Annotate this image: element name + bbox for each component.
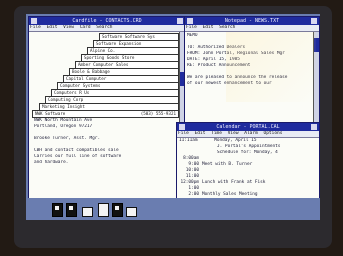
system-menu-icon[interactable]: [187, 18, 193, 24]
card-body: NWK North Mountain Ave Portland, Oregon …: [32, 118, 173, 166]
cardfile-menu-bar: File Edit View Card Search: [29, 25, 185, 32]
clock-icon[interactable]: [66, 203, 77, 217]
paint-icon[interactable]: [126, 207, 137, 217]
monitor-photo: Cardfile - CONTACTS.CRD File Edit View C…: [0, 0, 343, 256]
ms-dos-executive-icon[interactable]: [52, 203, 63, 217]
card-front-name: NWK Software: [35, 111, 66, 116]
notepad-title-bar[interactable]: Notepad - NEWS.TXT: [185, 17, 319, 25]
calendar-title: Calendar - PORTAL.CAL: [216, 124, 280, 130]
notepad-menu-bar: File Edit Search: [185, 25, 319, 32]
menu-search[interactable]: Search: [96, 25, 112, 30]
maximize-icon[interactable]: [311, 18, 317, 24]
maximize-icon[interactable]: [311, 124, 317, 130]
appointment-list: 8:00am 9:00 Meet with B. Turner 10:00 11:…: [177, 156, 319, 198]
menu-edit[interactable]: Edit: [203, 25, 214, 30]
notepad-line: of our newest enhancement to our: [187, 81, 272, 86]
menu-edit[interactable]: Edit: [47, 25, 58, 30]
menu-file[interactable]: File: [30, 25, 41, 30]
icon-area: [26, 198, 320, 220]
desktop: Cardfile - CONTACTS.CRD File Edit View C…: [26, 14, 320, 220]
maximize-icon[interactable]: [177, 18, 183, 24]
card-note-line: and hardware.: [34, 160, 69, 165]
cardfile-title: Cardfile - CONTACTS.CRD: [72, 18, 142, 24]
cardfile-title-bar[interactable]: Cardfile - CONTACTS.CRD: [29, 17, 185, 25]
card-stack: Software Software Sys Software Expansion…: [29, 32, 179, 120]
calendar-current-date: Monday, April 15: [214, 138, 257, 143]
menu-card[interactable]: Card: [80, 25, 91, 30]
calendar-window: Calendar - PORTAL.CAL File Edit Time Vie…: [176, 122, 320, 204]
cardfile-window: Cardfile - CONTACTS.CRD File Edit View C…: [28, 16, 186, 204]
menu-file[interactable]: File: [186, 25, 197, 30]
document-icon[interactable]: [98, 203, 109, 217]
menu-file[interactable]: File: [178, 131, 189, 136]
menu-time[interactable]: Time: [211, 131, 222, 136]
menu-search[interactable]: Search: [219, 25, 235, 30]
notepad-window: Notepad - NEWS.TXT File Edit Search MEMO…: [184, 16, 320, 124]
terminal-icon[interactable]: [112, 203, 123, 217]
menu-view[interactable]: View: [63, 25, 74, 30]
menu-alarm[interactable]: Alarm: [244, 131, 258, 136]
scroll-thumb[interactable]: [314, 38, 319, 52]
notepad-scrollbar[interactable]: [313, 32, 319, 123]
appointment-text: Lunch with Frank at Fisk: [202, 180, 266, 185]
calendar-current-time: 11:11am: [179, 138, 198, 143]
card-tab-front[interactable]: NWK Software (503) 555-9321: [32, 110, 179, 118]
menu-view[interactable]: View: [228, 131, 239, 136]
notepad-text-area[interactable]: MEMO TO: Authorized Dealers FROM: John P…: [185, 32, 319, 87]
notepad-title: Notepad - NEWS.TXT: [224, 18, 280, 24]
appointment-text: Meet with B. Turner: [202, 162, 253, 167]
calendar-title-bar[interactable]: Calendar - PORTAL.CAL: [177, 123, 319, 131]
printer-icon[interactable]: [82, 207, 93, 217]
menu-options[interactable]: Options: [264, 131, 283, 136]
system-menu-icon[interactable]: [179, 124, 185, 130]
card-front-phone: (503) 555-9321: [140, 111, 176, 116]
system-menu-icon[interactable]: [31, 18, 37, 24]
calendar-menu-bar: File Edit Time View Alarm Options: [177, 131, 319, 138]
menu-edit[interactable]: Edit: [195, 131, 206, 136]
